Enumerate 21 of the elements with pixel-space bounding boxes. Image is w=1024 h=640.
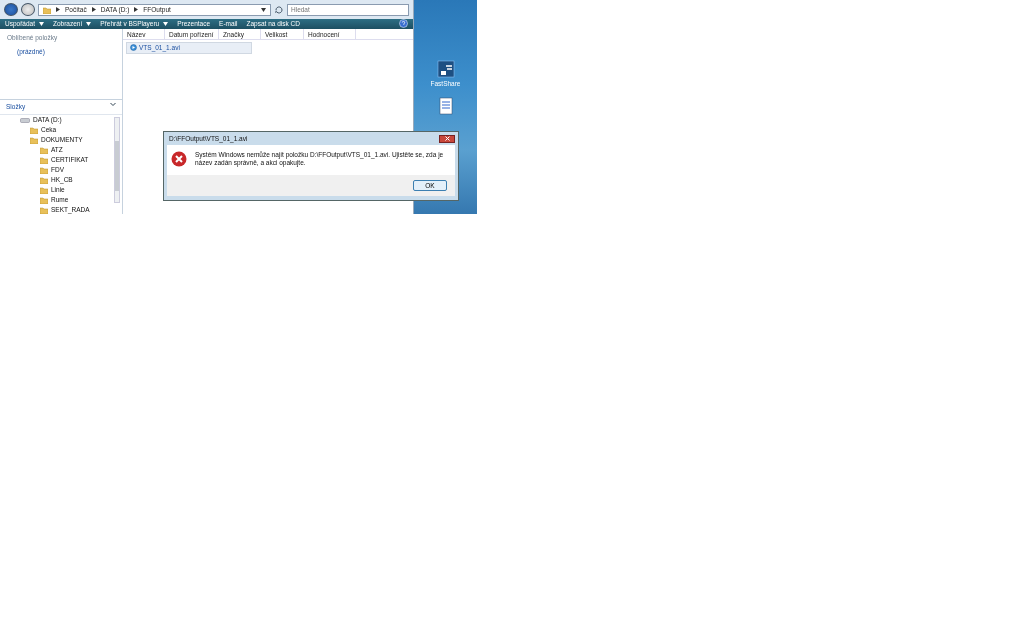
caret-icon[interactable] <box>261 7 266 12</box>
refresh-icon <box>274 4 284 15</box>
back-button[interactable] <box>4 3 18 16</box>
arrow-icon[interactable] <box>134 7 139 12</box>
document-icon <box>437 96 454 115</box>
caret-icon <box>86 21 92 26</box>
drive-icon <box>20 116 30 123</box>
close-icon <box>444 136 450 142</box>
video-file-icon[interactable] <box>130 44 137 52</box>
chevron-icon <box>110 101 116 107</box>
shortcut-icon <box>436 60 455 78</box>
scrollbar-thumb[interactable] <box>115 140 119 191</box>
close-button[interactable] <box>439 134 455 143</box>
arrow-icon[interactable] <box>56 7 60 12</box>
arrow-icon[interactable] <box>91 7 96 12</box>
error-icon <box>171 151 187 167</box>
folder-icon <box>43 5 51 14</box>
caret-icon <box>163 21 169 26</box>
forward-button[interactable] <box>21 3 35 16</box>
help-icon[interactable] <box>399 19 408 29</box>
caret-icon <box>39 21 44 26</box>
